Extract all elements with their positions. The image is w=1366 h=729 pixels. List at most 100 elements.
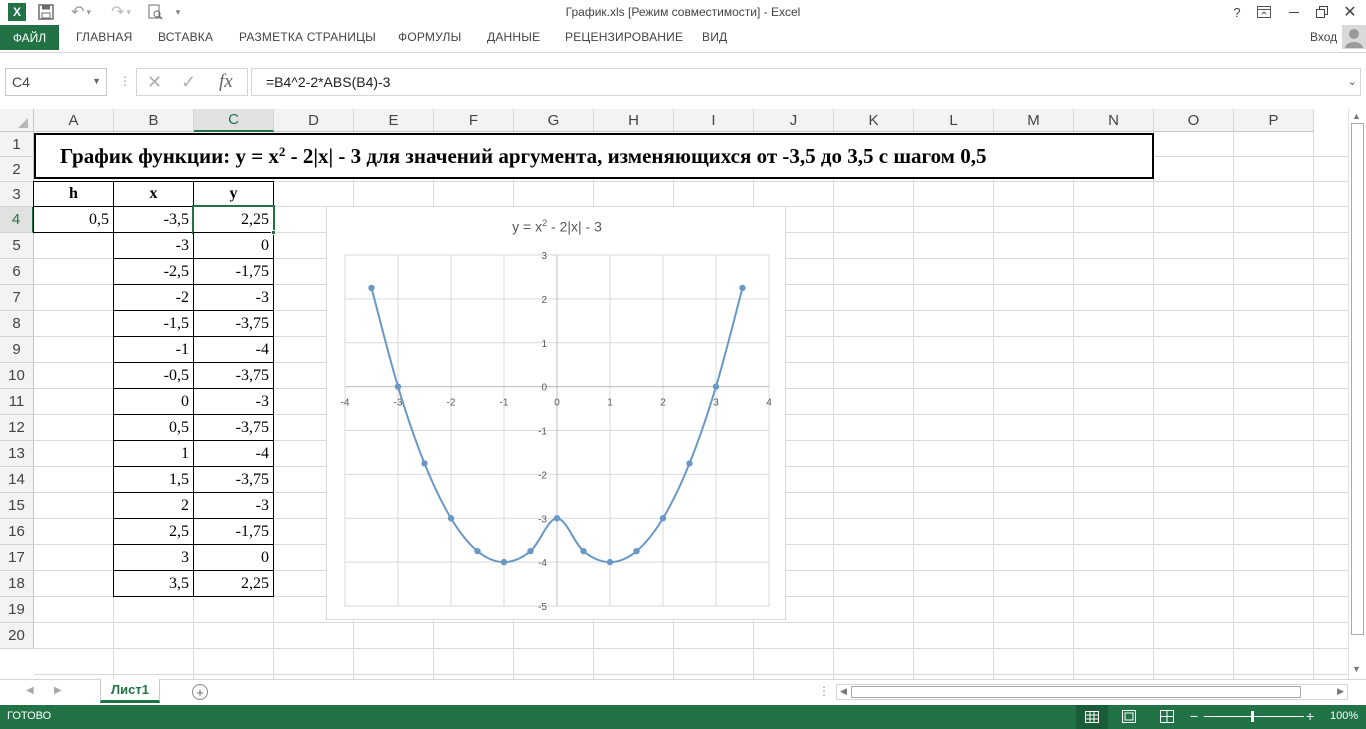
x-value-cell[interactable]: -0,5 [113, 362, 194, 389]
row-header-17[interactable]: 17 [0, 545, 34, 571]
scroll-down-icon[interactable]: ▼ [1352, 664, 1361, 674]
column-header-f[interactable]: F [434, 109, 514, 132]
column-header-d[interactable]: D [274, 109, 354, 132]
sheet-tab-active[interactable]: Лист1 [100, 679, 160, 703]
y-value-cell[interactable]: -3,75 [193, 414, 274, 441]
x-value-cell[interactable]: 0,5 [113, 414, 194, 441]
row-header-15[interactable]: 15 [0, 493, 34, 519]
y-value-cell[interactable]: -1,75 [193, 258, 274, 285]
zoom-slider-thumb[interactable] [1251, 711, 1254, 722]
sign-in-link[interactable]: Вход [1310, 30, 1337, 44]
x-value-cell[interactable]: 1 [113, 440, 194, 467]
x-value-cell[interactable]: -3 [113, 232, 194, 259]
row-header-1[interactable]: 1 [0, 132, 34, 157]
row-header-10[interactable]: 10 [0, 363, 34, 389]
zoom-level[interactable]: 100% [1330, 710, 1358, 722]
x-value-cell[interactable]: 3,5 [113, 570, 194, 597]
next-sheet-icon[interactable]: ▶ [54, 685, 62, 696]
header-cell-h[interactable]: h [33, 181, 114, 207]
insert-function-icon[interactable]: fx [219, 71, 233, 93]
row-header-8[interactable]: 8 [0, 311, 34, 337]
tab-home[interactable]: ГЛАВНАЯ [76, 30, 132, 44]
tab-page-layout[interactable]: РАЗМЕТКА СТРАНИЦЫ [239, 30, 376, 44]
column-header-m[interactable]: M [994, 109, 1074, 132]
page-layout-view-icon[interactable] [1122, 710, 1136, 726]
scroll-left-icon[interactable]: ◀ [840, 686, 847, 697]
y-value-cell[interactable]: -4 [193, 440, 274, 467]
row-header-9[interactable]: 9 [0, 337, 34, 363]
row-header-2[interactable]: 2 [0, 157, 34, 182]
close-icon[interactable]: ✕ [1340, 3, 1360, 21]
y-value-cell[interactable]: -1,75 [193, 518, 274, 545]
row-header-6[interactable]: 6 [0, 259, 34, 285]
fill-handle[interactable] [271, 230, 276, 235]
y-value-cell[interactable]: -3 [193, 284, 274, 311]
column-header-j[interactable]: J [754, 109, 834, 132]
tab-file[interactable]: ФАЙЛ [0, 25, 59, 50]
minimize-icon[interactable] [1284, 4, 1304, 20]
ribbon-display-options-icon[interactable] [1256, 4, 1272, 20]
header-cell-x[interactable]: x [113, 181, 194, 207]
sheet-title-cell[interactable]: График функции: y = x2 - 2|x| - 3 для зн… [34, 133, 1154, 179]
zoom-out-icon[interactable]: − [1190, 708, 1198, 724]
enter-icon[interactable]: ✓ [181, 72, 196, 93]
x-value-cell[interactable]: -3,5 [113, 206, 194, 233]
expand-formula-icon[interactable]: ⌄ [1348, 75, 1357, 88]
avatar-icon[interactable] [1342, 25, 1366, 49]
x-value-cell[interactable]: 2 [113, 492, 194, 519]
column-header-a[interactable]: A [34, 109, 114, 132]
worksheet-grid[interactable]: ABCDEFGHIJKLMNOP 1 2 3 4 5 6 7 8 9 10 11 12 13 14 15 16… [0, 109, 1348, 679]
column-header-c[interactable]: C [194, 109, 274, 132]
column-header-l[interactable]: L [914, 109, 994, 132]
x-value-cell[interactable]: 2,5 [113, 518, 194, 545]
y-value-cell[interactable]: -3,75 [193, 362, 274, 389]
column-header-e[interactable]: E [354, 109, 434, 132]
y-value-cell[interactable]: 2,25 [193, 570, 274, 597]
tab-data[interactable]: ДАННЫЕ [487, 30, 540, 44]
row-header-16[interactable]: 16 [0, 519, 34, 545]
function-chart[interactable]: -4 -3 -2 -1 0 1 2 3 4 3 2 1 0 -1 -2 -3 -4 -5 y = x2 - 2|x… [326, 206, 786, 620]
horizontal-scroll-thumb[interactable] [851, 686, 1301, 698]
horizontal-scrollbar[interactable]: ◀ ▶ [836, 684, 1348, 700]
name-box[interactable]: C4 ▼ [5, 68, 107, 96]
formula-input[interactable]: =B4^2-2*ABS(B4)-3 ⌄ [251, 68, 1361, 96]
row-header-12[interactable]: 12 [0, 415, 34, 441]
column-header-b[interactable]: B [114, 109, 194, 132]
help-icon[interactable]: ? [1228, 3, 1246, 21]
y-value-cell[interactable]: -3 [193, 388, 274, 415]
page-break-view-icon[interactable] [1160, 710, 1174, 726]
y-value-cell[interactable]: 0 [193, 544, 274, 571]
column-header-k[interactable]: K [834, 109, 914, 132]
select-all-corner[interactable] [0, 109, 34, 132]
y-value-cell[interactable]: -3 [193, 492, 274, 519]
zoom-slider[interactable] [1204, 716, 1304, 717]
column-header-n[interactable]: N [1074, 109, 1154, 132]
zoom-in-icon[interactable]: + [1306, 708, 1314, 724]
x-value-cell[interactable]: -2 [113, 284, 194, 311]
vertical-scrollbar[interactable]: ▲ ▼ [1348, 109, 1366, 679]
column-header-p[interactable]: P [1234, 109, 1314, 132]
x-value-cell[interactable]: 1,5 [113, 466, 194, 493]
row-header-19[interactable]: 19 [0, 597, 34, 623]
y-value-cell[interactable]: -3,75 [193, 310, 274, 337]
row-header-5[interactable]: 5 [0, 233, 34, 259]
row-header-3[interactable]: 3 [0, 182, 34, 207]
row-header-13[interactable]: 13 [0, 441, 34, 467]
x-value-cell[interactable]: -2,5 [113, 258, 194, 285]
x-value-cell[interactable]: -1,5 [113, 310, 194, 337]
normal-view-icon[interactable] [1076, 705, 1108, 729]
tab-insert[interactable]: ВСТАВКА [158, 30, 213, 44]
row-header-4[interactable]: 4 [0, 207, 34, 233]
column-header-g[interactable]: G [514, 109, 594, 132]
tab-split-grip-icon[interactable]: ⋮ [818, 684, 830, 698]
chevron-down-icon[interactable]: ▼ [92, 76, 101, 86]
add-sheet-icon[interactable]: + [192, 684, 208, 700]
y-value-cell[interactable]: 0 [193, 232, 274, 259]
column-header-i[interactable]: I [674, 109, 754, 132]
prev-sheet-icon[interactable]: ◀ [26, 685, 34, 696]
active-cell[interactable]: 2,25 [192, 205, 275, 234]
tab-formulas[interactable]: ФОРМУЛЫ [398, 30, 461, 44]
scroll-right-icon[interactable]: ▶ [1337, 686, 1344, 697]
row-header-18[interactable]: 18 [0, 571, 34, 597]
x-value-cell[interactable]: 0 [113, 388, 194, 415]
